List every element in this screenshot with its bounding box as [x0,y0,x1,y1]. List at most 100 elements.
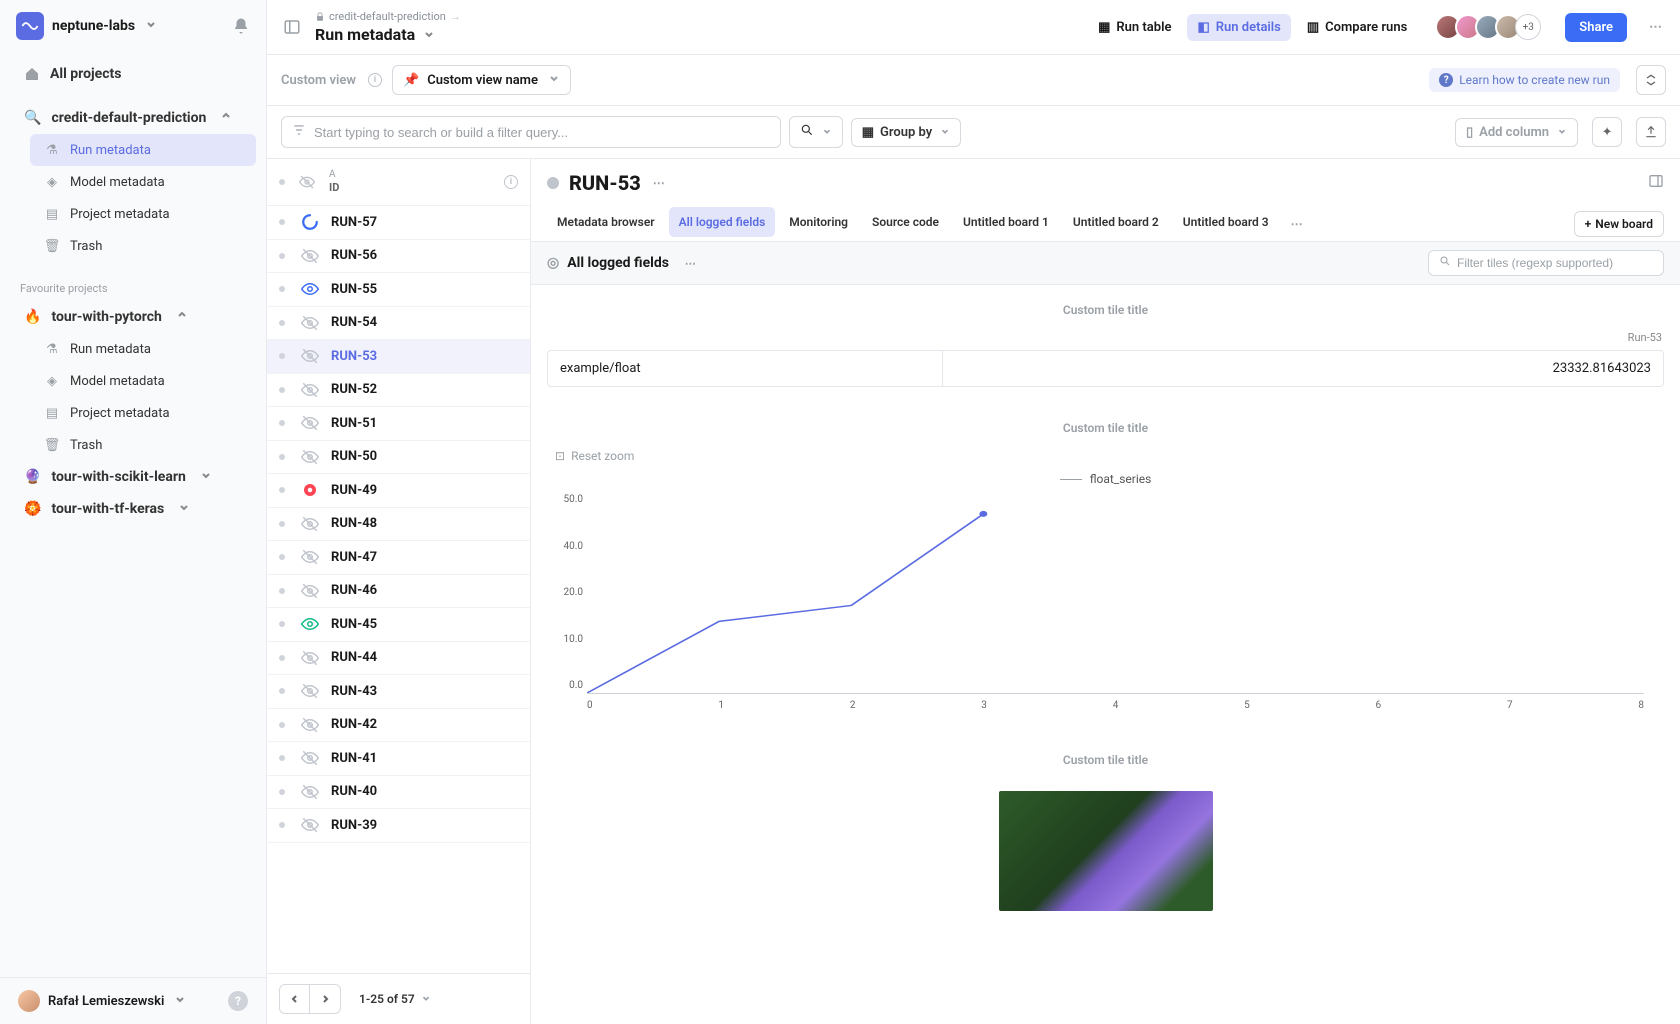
chevron-up-icon[interactable] [220,110,232,126]
row-status-icon[interactable] [301,615,319,633]
line-chart[interactable]: 50.040.020.010.00.0 012345678 [587,494,1644,711]
chevron-up-icon[interactable] [176,309,188,325]
detail-tab[interactable]: Untitled board 1 [953,207,1059,237]
search-field[interactable] [314,125,770,140]
share-button[interactable]: Share [1565,13,1627,42]
breadcrumb[interactable]: credit-default-prediction → [315,10,461,23]
row-status-icon[interactable] [301,548,319,566]
row-status-icon[interactable] [301,716,319,734]
sidebar-project-credit[interactable]: 🔍 credit-default-prediction [10,102,256,134]
run-row[interactable]: RUN-49 [267,474,530,508]
run-row[interactable]: RUN-48 [267,508,530,542]
sidebar-all-projects[interactable]: All projects [10,58,256,90]
sidebar-project-metadata-2[interactable]: ▤Project metadata [30,397,256,429]
run-more-icon[interactable]: ⋯ [653,176,667,190]
help-icon[interactable]: ? [228,991,248,1011]
export-icon[interactable] [1636,117,1666,147]
row-status-icon[interactable] [301,448,319,466]
sidebar-run-metadata-2[interactable]: ⚗Run metadata [30,333,256,365]
sidebar-run-metadata[interactable]: ⚗Run metadata [30,134,256,166]
tab-compare-runs[interactable]: ▥Compare runs [1297,14,1417,41]
tab-run-details[interactable]: ◧Run details [1187,14,1290,41]
sidebar-trash[interactable]: 🗑Trash [30,230,256,262]
row-status-icon[interactable] [301,381,319,399]
search-dropdown-button[interactable] [789,116,843,148]
section-more-icon[interactable]: ⋯ [685,257,698,270]
more-menu-icon[interactable]: ⋯ [1649,20,1664,35]
sidebar-trash-2[interactable]: 🗑Trash [30,429,256,461]
row-status-icon[interactable] [301,247,319,265]
chevron-down-icon[interactable] [423,25,435,44]
layout-icon[interactable] [1648,173,1664,193]
row-status-icon[interactable] [301,816,319,834]
run-row[interactable]: RUN-40 [267,776,530,810]
row-status-icon[interactable] [301,347,319,365]
panel-toggle-icon[interactable] [283,18,301,36]
sidebar-project-pytorch[interactable]: 🔥 tour-with-pytorch [10,301,256,333]
avatar-more[interactable]: +3 [1515,14,1541,40]
run-row[interactable]: RUN-39 [267,809,530,843]
sidebar-model-metadata-2[interactable]: ◈Model metadata [30,365,256,397]
tabs-more-icon[interactable]: ⋯ [1283,209,1313,239]
row-status-icon[interactable] [301,749,319,767]
filter-tiles-input[interactable] [1428,250,1664,276]
run-row[interactable]: RUN-53 [267,340,530,374]
row-status-icon[interactable] [301,783,319,801]
detail-tab[interactable]: Untitled board 2 [1063,207,1169,237]
run-row[interactable]: RUN-47 [267,541,530,575]
learn-link[interactable]: ? Learn how to create new run [1429,68,1620,92]
add-column-button[interactable]: ▯ Add column [1455,118,1578,147]
row-status-icon[interactable] [301,414,319,432]
run-row[interactable]: RUN-55 [267,273,530,307]
row-status-icon[interactable] [301,682,319,700]
user-avatar[interactable] [18,990,40,1012]
image-tile[interactable] [999,791,1213,911]
collaborator-avatars[interactable]: +3 [1441,14,1541,40]
row-status-icon[interactable] [301,582,319,600]
detail-tab[interactable]: Source code [862,207,949,237]
pagination-text[interactable]: 1-25 of 57 [359,992,431,1006]
reset-zoom-button[interactable]: ⊡ Reset zoom [555,449,634,463]
run-row[interactable]: RUN-45 [267,608,530,642]
tab-run-table[interactable]: ▦Run table [1088,14,1181,41]
new-board-button[interactable]: +New board [1574,211,1664,237]
run-row[interactable]: RUN-54 [267,307,530,341]
info-icon[interactable]: i [504,175,518,189]
prev-page-button[interactable] [280,985,310,1013]
row-status-icon[interactable] [301,649,319,667]
chevron-down-icon[interactable] [174,993,186,1009]
workspace-name[interactable]: neptune-labs [52,18,135,34]
run-row[interactable]: RUN-43 [267,675,530,709]
run-row[interactable]: RUN-56 [267,240,530,274]
next-page-button[interactable] [310,985,340,1013]
run-row[interactable]: RUN-52 [267,374,530,408]
page-title[interactable]: Run metadata [315,25,461,44]
row-status-icon[interactable] [301,280,319,298]
run-row[interactable]: RUN-41 [267,742,530,776]
search-input[interactable] [281,116,781,148]
run-row[interactable]: RUN-46 [267,575,530,609]
sidebar-project-keras[interactable]: 🏵️ tour-with-tf-keras [10,493,256,525]
group-by-button[interactable]: ▦ Group by [851,118,962,147]
detail-tab[interactable]: Metadata browser [547,207,665,237]
run-row[interactable]: RUN-42 [267,709,530,743]
run-row[interactable]: RUN-44 [267,642,530,676]
row-status-icon[interactable] [301,213,319,231]
sidebar-project-metadata[interactable]: ▤Project metadata [30,198,256,230]
run-row[interactable]: RUN-57 [267,206,530,240]
detail-tab[interactable]: All logged fields [669,207,776,237]
run-row[interactable]: RUN-50 [267,441,530,475]
sidebar-model-metadata[interactable]: ◈Model metadata [30,166,256,198]
row-status-icon[interactable] [301,314,319,332]
row-status-icon[interactable] [301,515,319,533]
wand-icon[interactable]: ✦ [1592,117,1622,147]
chevron-down-icon[interactable] [145,18,157,34]
row-status-icon[interactable] [301,481,319,499]
info-icon[interactable]: i [368,73,382,87]
chevron-down-icon[interactable] [178,501,190,517]
collapse-icon[interactable] [1636,65,1666,95]
bell-icon[interactable] [232,17,250,35]
sidebar-project-scikit[interactable]: 🔮 tour-with-scikit-learn [10,461,256,493]
detail-tab[interactable]: Untitled board 3 [1173,207,1279,237]
custom-view-name-input[interactable]: 📌 Custom view name [392,65,571,95]
